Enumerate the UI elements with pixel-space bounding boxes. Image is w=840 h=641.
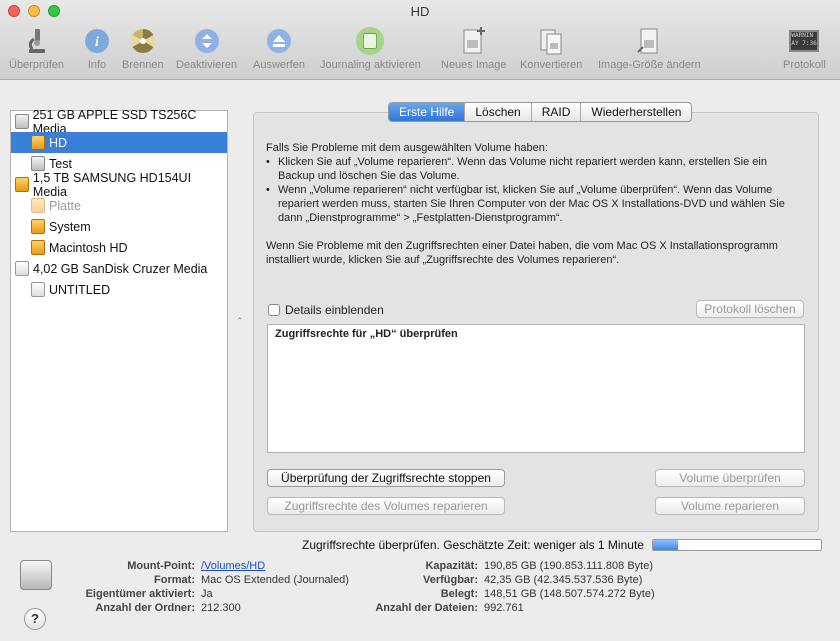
log-area[interactable]: Zugriffsrechte für „HD“ überprüfen [267, 324, 805, 453]
sidebar-item-system[interactable]: System [11, 216, 227, 237]
sidebar-item-macintosh-hd[interactable]: Macintosh HD [11, 237, 227, 258]
folders-value: 212.300 [201, 602, 241, 614]
info-icon: i [82, 26, 112, 56]
burn-icon [128, 26, 158, 56]
convert-toolbar-button[interactable]: Konvertieren [520, 26, 582, 71]
resize-image-icon [634, 26, 664, 56]
log-toolbar-button[interactable]: WARNIN AY 7:36 Protokoll [783, 26, 826, 71]
used-value: 148,51 GB (148.507.574.272 Byte) [484, 588, 655, 600]
progress-bar [652, 539, 822, 551]
mount-point-label: Mount-Point: [127, 560, 195, 572]
format-label: Format: [154, 574, 195, 586]
verify-volume-button[interactable]: Volume überprüfen [655, 469, 805, 487]
owners-label: Eigentümer aktiviert: [85, 588, 195, 600]
owners-value: Ja [201, 588, 213, 600]
available-value: 42,35 GB (42.345.537.536 Byte) [484, 574, 643, 586]
tab-raid[interactable]: RAID [530, 103, 581, 121]
volume-icon [31, 282, 45, 297]
external-drive-icon [15, 177, 29, 192]
log-text: Zugriffsrechte für „HD“ überprüfen [275, 328, 458, 340]
status-text: Zugriffsrechte überprüfen. Geschätzte Ze… [302, 538, 644, 552]
toolbar: HD Überprüfen i Info Brennen Deaktiviere… [0, 0, 840, 80]
sidebar-item-hd[interactable]: HD [11, 132, 227, 153]
files-label: Anzahl der Dateien: [375, 602, 478, 614]
microscope-icon [22, 26, 52, 56]
sidebar-item-samsung[interactable]: 1,5 TB SAMSUNG HD154UI Media [11, 171, 227, 199]
files-value: 992.761 [484, 602, 524, 614]
help-intro: Falls Sie Probleme mit dem ausgewählten … [266, 142, 548, 154]
log-icon: WARNIN AY 7:36 [789, 26, 820, 56]
info-toolbar-button[interactable]: i Info [82, 26, 112, 71]
volume-icon [31, 219, 45, 234]
volume-icon [31, 198, 45, 213]
available-label: Verfügbar: [422, 574, 478, 586]
volume-icon [31, 240, 45, 255]
sidebar-item-apple-ssd[interactable]: 251 GB APPLE SSD TS256C Media [11, 108, 227, 136]
mount-point-link[interactable]: /Volumes/HD [201, 560, 265, 572]
tab-restore[interactable]: Wiederherstellen [580, 103, 691, 121]
capacity-label: Kapazität: [425, 560, 478, 572]
usb-drive-icon [15, 261, 29, 276]
verify-toolbar-button[interactable]: Überprüfen [9, 26, 64, 71]
checkbox-icon[interactable] [268, 304, 280, 316]
tab-bar: Erste Hilfe Löschen RAID Wiederherstelle… [388, 102, 693, 122]
clear-log-button[interactable]: Protokoll löschen [696, 300, 804, 318]
help-bullet: Wenn „Volume reparieren“ nicht verfügbar… [266, 183, 806, 225]
eject-icon [264, 26, 294, 56]
folders-label: Anzahl der Ordner: [95, 602, 195, 614]
splitter-handle-icon[interactable]: ⌃ [236, 316, 244, 327]
help-bullet: Klicken Sie auf „Volume reparieren“. Wen… [266, 155, 806, 183]
repair-permissions-button[interactable]: Zugriffsrechte des Volumes reparieren [267, 497, 505, 515]
sidebar-item-sandisk[interactable]: 4,02 GB SanDisk Cruzer Media [11, 258, 227, 279]
unmount-toolbar-button[interactable]: Deaktivieren [176, 26, 237, 71]
unmount-icon [192, 26, 222, 56]
svg-text:i: i [95, 35, 99, 50]
help-text: Falls Sie Probleme mit dem ausgewählten … [266, 141, 806, 267]
eject-toolbar-button[interactable]: Auswerfen [253, 26, 305, 71]
burn-toolbar-button[interactable]: Brennen [122, 26, 164, 71]
hard-drive-icon [15, 114, 29, 129]
help-permissions: Wenn Sie Probleme mit den Zugriffsrechte… [266, 240, 778, 266]
sidebar-item-untitled[interactable]: UNTITLED [11, 279, 227, 300]
used-label: Belegt: [440, 588, 478, 600]
convert-icon [536, 26, 566, 56]
details-checkbox[interactable]: Details einblenden [268, 303, 384, 317]
resize-image-toolbar-button[interactable]: Image-Größe ändern [598, 26, 701, 71]
journal-icon [355, 26, 385, 56]
window-title: HD [410, 4, 430, 19]
device-list: 251 GB APPLE SSD TS256C Media HD Test 1,… [10, 108, 228, 532]
tab-erase[interactable]: Löschen [464, 103, 530, 121]
new-image-icon [459, 26, 489, 56]
volume-icon [31, 156, 45, 171]
stop-permission-check-button[interactable]: Überprüfung der Zugriffsrechte stoppen [267, 469, 505, 487]
repair-volume-button[interactable]: Volume reparieren [655, 497, 805, 515]
journaling-toolbar-button[interactable]: Journaling aktivieren [320, 26, 421, 71]
volume-icon [31, 135, 45, 150]
tab-first-aid[interactable]: Erste Hilfe [389, 103, 465, 121]
sidebar-item-platte[interactable]: Platte [11, 195, 227, 216]
progress-fill [653, 540, 679, 550]
new-image-toolbar-button[interactable]: Neues Image [441, 26, 506, 71]
capacity-value: 190,85 GB (190.853.111.808 Byte) [484, 560, 653, 572]
